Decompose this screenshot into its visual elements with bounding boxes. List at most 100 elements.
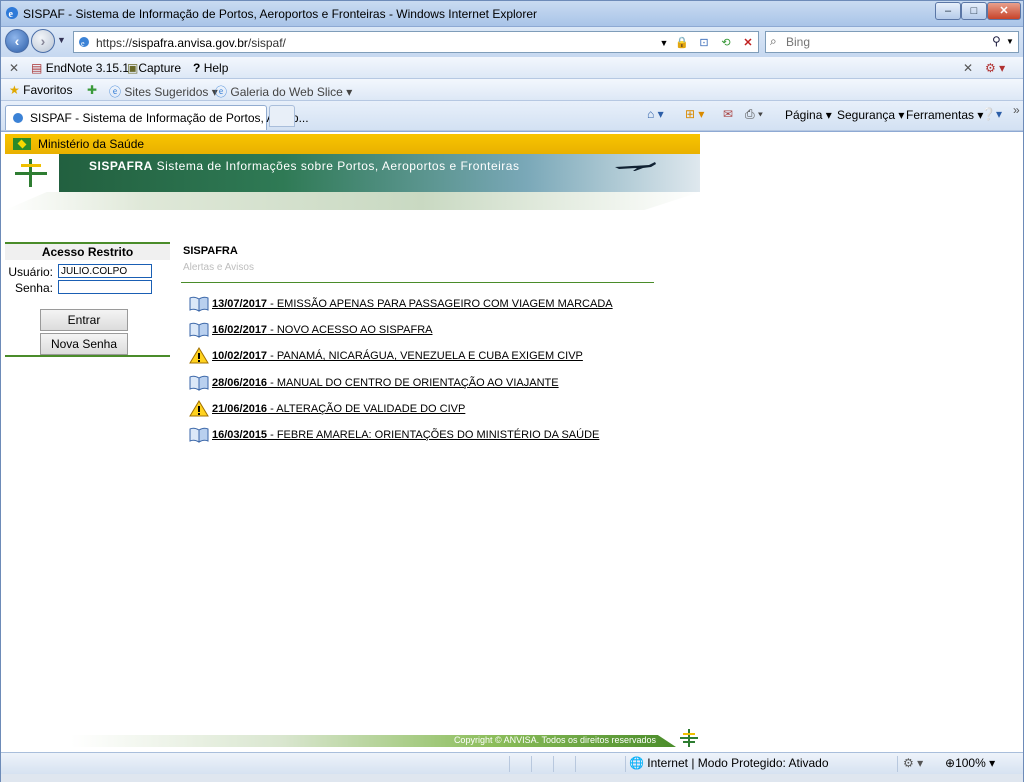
home-icon[interactable]: ⌂ ▾ [647, 107, 664, 121]
zoom-level[interactable]: ⊕100% ▾ [945, 756, 995, 770]
endnote-icon: ▤ [31, 61, 43, 75]
login-panel: Acesso Restrito Usuário: Senha: Entrar N… [5, 242, 170, 357]
search-box[interactable]: ⌕ ⚲ ▼ [765, 31, 1019, 53]
minimize-button[interactable]: – [935, 2, 961, 20]
ministry-label: Ministério da Saúde [38, 137, 145, 151]
refresh-icon[interactable]: ⟲ [718, 36, 734, 50]
close-bar-icon[interactable]: ✕ [963, 61, 973, 75]
news-link[interactable]: 10/02/2017 - PANAMÁ, NICARÁGUA, VENEZUEL… [212, 350, 583, 362]
address-dropdown-icon[interactable]: ▼ [656, 36, 672, 50]
banner-swoosh [5, 192, 700, 210]
password-input[interactable] [58, 280, 152, 294]
print-icon[interactable]: ⎙ ▾ [745, 107, 763, 122]
password-label: Senha: [14, 281, 53, 295]
search-button-icon[interactable]: ⚲ [992, 34, 1001, 48]
tab-sispaf[interactable]: SISPAF - Sistema de Informação de Portos… [5, 105, 309, 130]
status-bar: 🌐 Internet | Modo Protegido: Ativado ⚙ ▾… [1, 752, 1023, 774]
tab-command-bar: SISPAF - Sistema de Informação de Portos… [1, 101, 1023, 131]
endnote-button[interactable]: ▤ EndNote 3.15.1 [31, 61, 129, 75]
ie-page-icon-2: ⓔ [215, 85, 228, 99]
search-dropdown-icon[interactable]: ▼ [1006, 37, 1014, 46]
news-link[interactable]: 28/06/2016 - MANUAL DO CENTRO DE ORIENTA… [212, 377, 559, 389]
capture-icon: ▣ [127, 61, 139, 75]
web-slice-gallery-button[interactable]: ⓔ Galeria do Web Slice ▾ [215, 83, 352, 100]
tab-favicon-icon [13, 113, 23, 123]
forward-button[interactable]: › [31, 29, 55, 53]
back-button[interactable]: ‹ [5, 29, 29, 53]
login-header: Acesso Restrito [5, 244, 170, 260]
add-on-toolbar: ✕ ▤ EndNote 3.15.1 ▣Capture ? Help ✕ ⚙ ▾ [1, 57, 1023, 79]
svg-text:e: e [81, 39, 85, 48]
anvisa-logo [5, 154, 59, 192]
page-content: Ministério da Saúde SISPAFRA Sistema de … [1, 131, 1023, 751]
taskbar-strip [1, 774, 1023, 782]
stop-icon[interactable]: ✕ [740, 36, 756, 50]
user-input[interactable] [58, 264, 152, 278]
section-subtitle: Alertas e Avisos [183, 262, 254, 273]
security-menu[interactable]: Segurança ▾ [837, 108, 904, 122]
section-divider [181, 282, 654, 283]
addon-menu-icon[interactable]: ⚙ ▾ [985, 61, 1005, 75]
book-icon [189, 296, 209, 312]
suggested-sites-button[interactable]: ⓔ Sites Sugeridos ▾ [109, 83, 218, 100]
close-button[interactable]: ✕ [987, 2, 1021, 20]
new-password-button[interactable]: Nova Senha [40, 333, 128, 355]
status-divider [575, 756, 576, 772]
zoom-icon: ⊕ [945, 756, 956, 770]
book-icon [189, 322, 209, 338]
lock-icon[interactable]: 🔒 [674, 36, 690, 50]
footer-bar: Copyright © ANVISA. Todos os direitos re… [71, 735, 676, 747]
favorites-bar: ★ Favoritos ✚ ⓔ Sites Sugeridos ▾ ⓔ Gale… [1, 79, 1023, 101]
bing-search-icon: ⌕ [770, 34, 777, 48]
favorites-button[interactable]: ★ Favoritos [9, 83, 72, 97]
history-dropdown-icon[interactable]: ▼ [57, 35, 66, 45]
svg-text:e: e [9, 9, 14, 20]
section-title: SISPAFRA [183, 245, 238, 257]
news-link[interactable]: 13/07/2017 - EMISSÃO APENAS PARA PASSAGE… [212, 298, 613, 310]
ie-page-icon: ⓔ [109, 85, 122, 99]
user-label: Usuário: [8, 265, 53, 279]
warning-icon [189, 347, 209, 364]
status-divider [509, 756, 510, 772]
mail-icon[interactable]: ✉ [723, 107, 733, 121]
status-divider [625, 756, 626, 772]
search-input[interactable] [786, 34, 986, 50]
status-divider [531, 756, 532, 772]
browser-window: e SISPAF - Sistema de Informação de Port… [0, 0, 1024, 782]
tab-label: SISPAF - Sistema de Informação de Portos… [30, 111, 309, 125]
title-bar: e SISPAF - Sistema de Informação de Port… [1, 1, 1023, 27]
globe-icon: 🌐 [629, 756, 644, 770]
window-title: SISPAF - Sistema de Informação de Portos… [23, 7, 537, 21]
compatibility-view-icon[interactable]: ⊡ [696, 36, 712, 50]
news-link[interactable]: 21/06/2016 - ALTERAÇÃO DE VALIDADE DO CI… [212, 403, 465, 415]
protected-mode-icon[interactable]: ⚙ ▾ [903, 756, 923, 770]
help-menu-icon[interactable]: ❔▾ [981, 107, 1002, 121]
status-divider [897, 756, 898, 772]
page-menu[interactable]: Página ▾ [785, 108, 832, 122]
warning-icon [189, 400, 209, 417]
ministry-bar: Ministério da Saúde [5, 134, 700, 154]
address-row: ‹ › ▼ e https://sispafra.anvisa.gov.br/s… [1, 27, 1023, 57]
tools-menu[interactable]: Ferramentas ▾ [906, 108, 983, 122]
new-tab-button[interactable] [269, 105, 295, 127]
copyright-text: Copyright © ANVISA. Todos os direitos re… [453, 735, 656, 745]
security-zone[interactable]: 🌐 Internet | Modo Protegido: Ativado [629, 756, 829, 770]
book-icon [189, 375, 209, 391]
status-divider [553, 756, 554, 772]
close-toolbar-icon[interactable]: ✕ [9, 61, 19, 75]
add-favorite-icon[interactable]: ✚ [87, 83, 97, 97]
star-icon: ★ [9, 83, 20, 97]
address-bar[interactable]: e https://sispafra.anvisa.gov.br/sispaf/… [73, 31, 759, 53]
more-commands-icon[interactable]: » [1013, 103, 1020, 117]
capture-button[interactable]: ▣Capture [127, 61, 181, 75]
anvisa-footer-logo [680, 729, 698, 747]
news-link[interactable]: 16/03/2015 - FEBRE AMARELA: ORIENTAÇÕES … [212, 429, 599, 441]
feeds-icon[interactable]: ⊞ ▾ [685, 107, 704, 121]
help-button[interactable]: ? Help [193, 61, 228, 75]
site-banner: SISPAFRA Sistema de Informações sobre Po… [5, 154, 700, 192]
enter-button[interactable]: Entrar [40, 309, 128, 331]
maximize-button[interactable]: □ [961, 2, 987, 20]
url-text[interactable]: https://sispafra.anvisa.gov.br/sispaf/ [96, 36, 286, 50]
news-link[interactable]: 16/02/2017 - NOVO ACESSO AO SISPAFRA [212, 324, 433, 336]
banner-title: SISPAFRA Sistema de Informações sobre Po… [89, 159, 520, 173]
